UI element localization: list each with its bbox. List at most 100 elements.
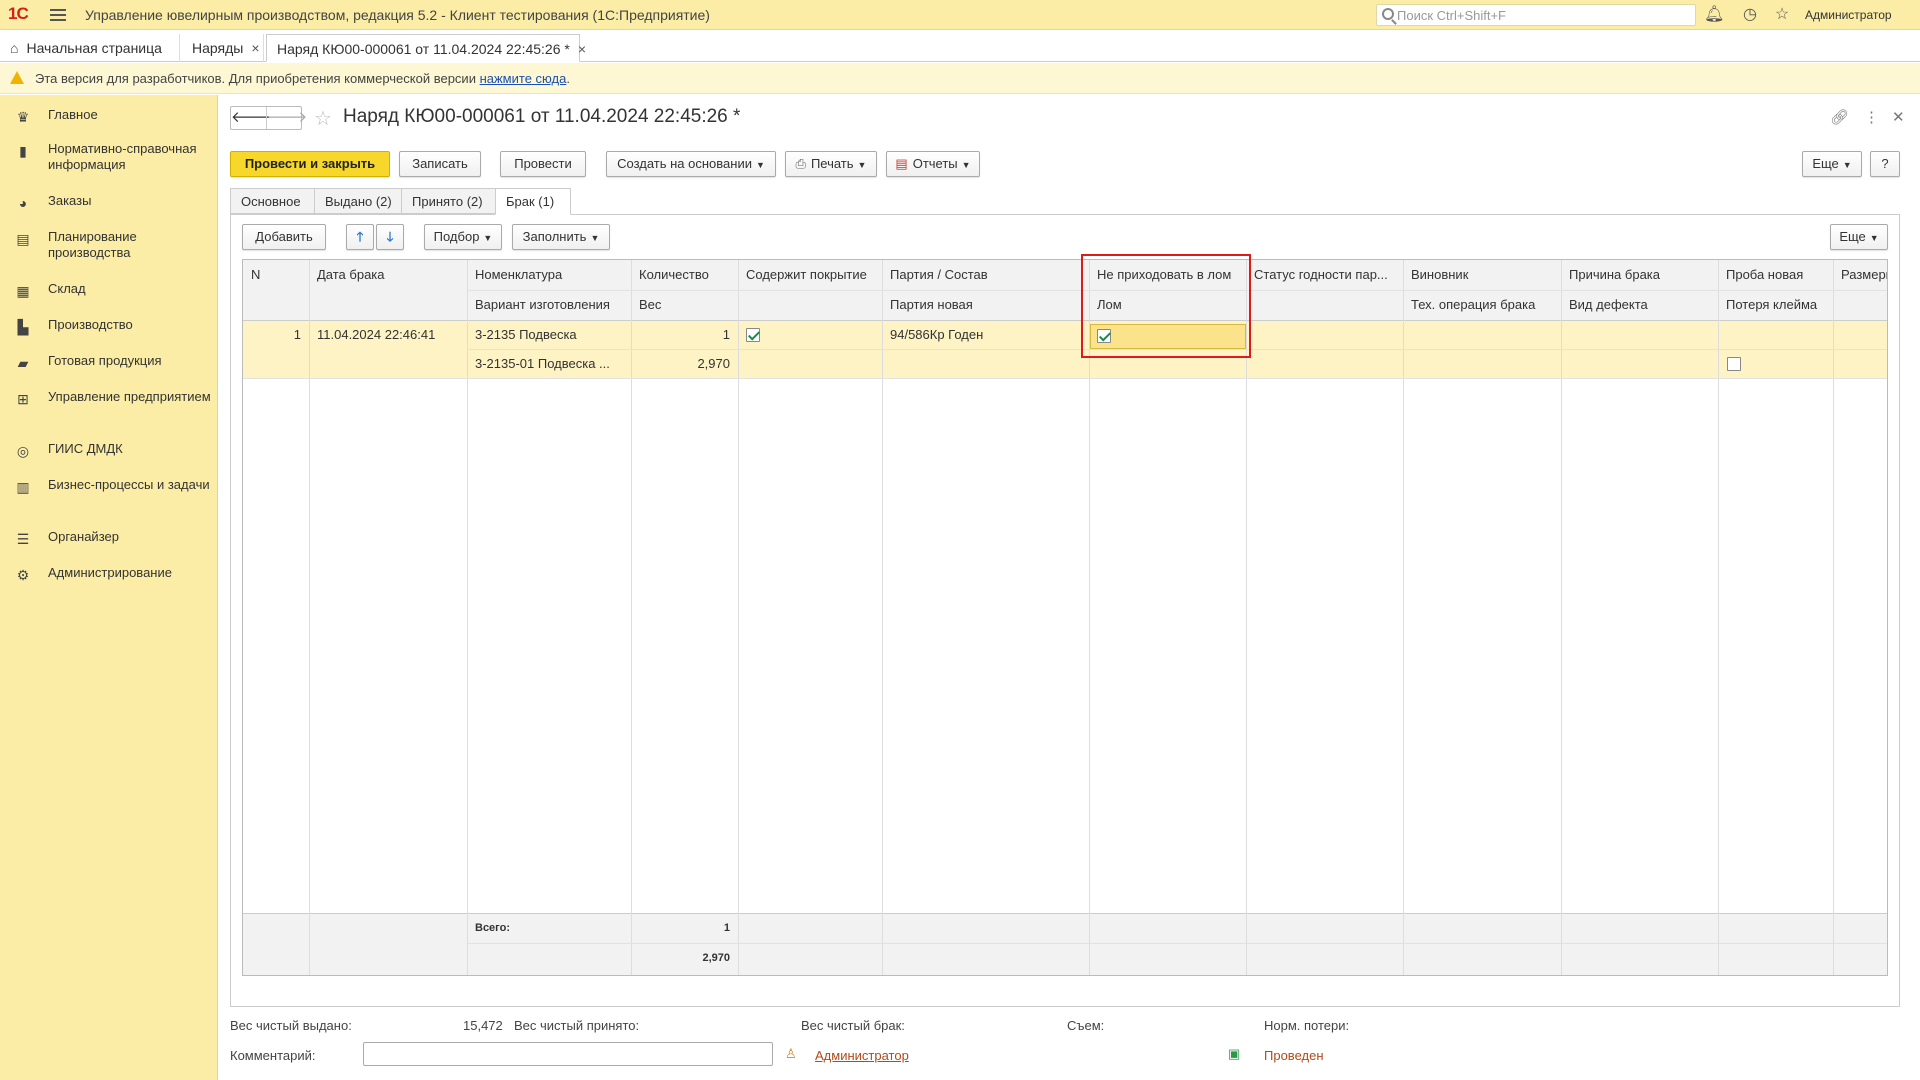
pie-icon: ◕ — [18, 195, 28, 211]
home-icon: ⌂ — [10, 40, 19, 56]
app-title: Управление ювелирным производством, реда… — [85, 7, 710, 23]
tab-label: Начальная страница — [26, 40, 162, 56]
ring-icon: ◎ — [16, 443, 30, 459]
col-size[interactable]: Размеры — [1833, 260, 1887, 290]
fill-button[interactable]: Заполнить ▼ — [512, 224, 610, 250]
buy-link[interactable]: нажмите сюда — [480, 71, 567, 86]
cell-n[interactable]: 1 — [243, 320, 309, 350]
crown-icon: ♛ — [16, 109, 30, 125]
chevron-down-icon: ▼ — [483, 233, 493, 243]
col-n[interactable]: N — [243, 260, 309, 290]
cell-date[interactable]: 11.04.2024 22:46:41 — [309, 320, 467, 350]
favorites-icon[interactable]: ☆ — [1772, 5, 1792, 25]
col-reason[interactable]: Причина брака — [1561, 260, 1718, 290]
tab-orders[interactable]: Наряды × — [182, 34, 264, 62]
page-title: Наряд КЮ00-000061 от 11.04.2024 22:45:26… — [343, 106, 741, 127]
comment-field[interactable] — [363, 1042, 773, 1066]
col-nomenclature[interactable]: Номенклатура — [467, 260, 631, 290]
sidebar: ♛ Главное ▮ Нормативно-справочная информац… — [0, 95, 218, 1080]
tab-defects[interactable]: Брак (1) — [495, 188, 571, 215]
close-icon[interactable]: × — [578, 41, 586, 57]
comment-label: Комментарий: — [230, 1048, 316, 1063]
dev-warning-bar: Эта версия для разработчиков. Для приобр… — [0, 63, 1920, 94]
select-button[interactable]: Подбор ▼ — [424, 224, 502, 250]
col-variant[interactable]: Вариант изготовления — [467, 290, 631, 320]
window-tabs: ⌂ Начальная страница Наряды × Наряд КЮ00-0… — [0, 31, 1920, 62]
mark-loss-checkbox[interactable] — [1727, 357, 1741, 371]
help-button[interactable]: ? — [1870, 151, 1900, 177]
col-weight[interactable]: Вес — [631, 290, 738, 320]
close-form-icon[interactable]: ✕ — [1892, 108, 1905, 126]
more-button[interactable]: Еще ▼ — [1802, 151, 1862, 177]
norm-loss-label: Норм. потери: — [1264, 1018, 1350, 1033]
app-logo[interactable]: 1С — [8, 4, 29, 24]
coating-checkbox[interactable] — [746, 328, 760, 342]
cell-variant[interactable]: 3-2135-01 Подвеска ... — [467, 349, 631, 379]
tab-issued[interactable]: Выдано (2) — [314, 188, 402, 214]
col-status[interactable]: Статус годности пар... — [1246, 260, 1403, 290]
col-culprit[interactable]: Виновник — [1403, 260, 1561, 290]
cell-batch[interactable]: 94/586Кр Годен — [882, 320, 1089, 350]
add-row-button[interactable]: Добавить — [242, 224, 326, 250]
print-button[interactable]: ⎙ Печать ▼ — [785, 151, 877, 177]
net-issued-value: 15,472 — [463, 1018, 503, 1033]
totals-label: Всего: — [475, 922, 510, 934]
col-assay[interactable]: Проба новая — [1718, 260, 1833, 290]
author-link[interactable]: Администратор — [815, 1048, 909, 1063]
col-batch-new[interactable]: Партия новая — [882, 290, 1089, 320]
col-tech-op[interactable]: Тех. операция брака — [1403, 290, 1561, 320]
col-mark-loss[interactable]: Потеря клейма — [1718, 290, 1833, 320]
tab-label: Наряд КЮ00-000061 от 11.04.2024 22:45:26… — [277, 41, 570, 57]
favorite-star-icon[interactable]: ☆ — [314, 106, 332, 131]
tab-main[interactable]: Основное — [230, 188, 315, 214]
save-button[interactable]: Записать — [399, 151, 481, 177]
warning-text: Эта версия для разработчиков. Для приобр… — [35, 71, 570, 86]
chevron-down-icon: ▼ — [857, 160, 867, 170]
printer-icon: ⎙ — [795, 156, 806, 171]
grid-icon: ▦ — [16, 283, 30, 299]
col-coating[interactable]: Содержит покрытие — [738, 260, 882, 290]
post-and-close-button[interactable]: Провести и закрыть — [230, 151, 390, 177]
tab-received[interactable]: Принято (2) — [401, 188, 496, 214]
organizer-icon: ☰ — [16, 531, 30, 547]
book-icon: ▮ — [19, 143, 27, 159]
net-received-label: Вес чистый принято: — [514, 1018, 640, 1033]
totals-quantity: 1 — [723, 922, 730, 934]
user-name[interactable]: Администратор — [1805, 8, 1892, 22]
col-batch[interactable]: Партия / Состав — [882, 260, 1089, 290]
bell-icon[interactable]: 🔔︎ — [1704, 5, 1724, 25]
cell-weight[interactable]: 2,970 — [631, 349, 738, 379]
nav-buttons: 🡐 🡒 — [230, 106, 307, 130]
close-icon[interactable]: × — [251, 40, 259, 56]
gear-icon: ⚙ — [16, 567, 30, 583]
removal-label: Съем: — [1067, 1018, 1105, 1033]
tab-home[interactable]: ⌂ Начальная страница — [0, 34, 180, 62]
bag-icon: ▰ — [17, 355, 29, 371]
back-arrow-icon[interactable]: 🡐 — [231, 107, 271, 129]
org-icon: ⊞ — [17, 391, 29, 407]
move-down-icon[interactable]: 🡓 — [376, 224, 404, 250]
col-date[interactable]: Дата брака — [309, 260, 467, 290]
reports-button[interactable]: ▤ Отчеты ▼ — [886, 151, 980, 177]
report-icon: ▤ — [895, 156, 908, 171]
create-based-button[interactable]: Создать на основании ▼ — [606, 151, 776, 177]
search-input[interactable]: Поиск Ctrl+Shift+F — [1376, 4, 1696, 26]
table-more-button[interactable]: Еще ▼ — [1830, 224, 1888, 250]
link-icon[interactable]: 🔗︎ — [1830, 108, 1849, 126]
chevron-down-icon: ▼ — [1842, 160, 1852, 170]
status-text: Проведен — [1264, 1048, 1324, 1063]
history-icon[interactable]: ◷ — [1740, 5, 1760, 25]
col-defect[interactable]: Вид дефекта — [1561, 290, 1718, 320]
post-button[interactable]: Провести — [500, 151, 586, 177]
cell-nomenclature[interactable]: 3-2135 Подвеска — [467, 320, 631, 350]
more-vertical-icon[interactable]: ⋮ — [1864, 108, 1879, 126]
tab-current-doc[interactable]: Наряд КЮ00-000061 от 11.04.2024 22:45:26… — [266, 34, 586, 62]
move-up-icon[interactable]: 🡑 — [346, 224, 374, 250]
tasks-icon: ▥ — [16, 479, 30, 495]
clipboard-icon: ▤ — [16, 231, 30, 247]
menu-icon[interactable] — [50, 6, 66, 22]
cell-quantity[interactable]: 1 — [631, 320, 738, 350]
forward-arrow-icon[interactable]: 🡒 — [267, 107, 307, 129]
col-quantity[interactable]: Количество — [631, 260, 738, 290]
chevron-down-icon: ▼ — [755, 160, 765, 170]
